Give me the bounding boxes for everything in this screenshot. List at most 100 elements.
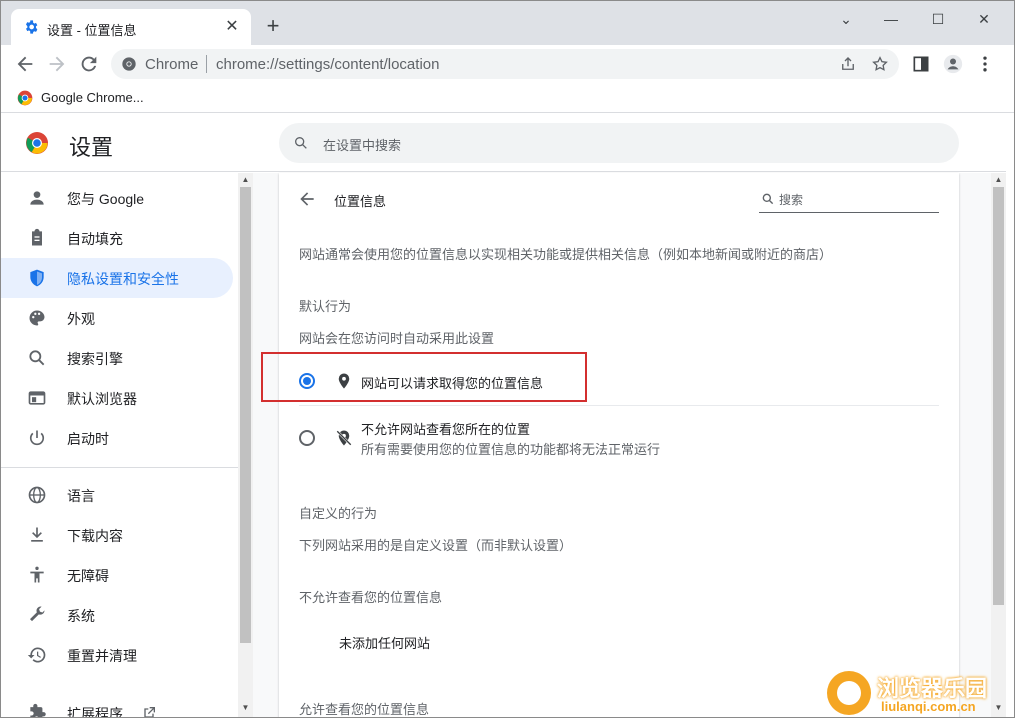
toolbar: Chrome chrome://settings/content/locatio… xyxy=(1,45,1014,83)
back-arrow-icon[interactable] xyxy=(297,189,317,209)
address-bar[interactable]: Chrome chrome://settings/content/locatio… xyxy=(111,49,899,79)
tab-search-chevron-icon[interactable]: ⌄ xyxy=(831,7,861,31)
sidebar-item-label: 启动时 xyxy=(67,431,109,447)
reload-icon[interactable] xyxy=(78,53,100,75)
minimize-button[interactable]: — xyxy=(876,7,906,31)
scroll-up-arrow-icon[interactable]: ▲ xyxy=(994,175,1003,184)
omnibox-separator xyxy=(206,55,207,73)
person-icon xyxy=(30,191,44,205)
sidebar-item-label: 自动填充 xyxy=(67,231,123,247)
sidebar-item-label: 系统 xyxy=(67,608,95,624)
blocked-sites-empty: 未添加任何网站 xyxy=(339,636,431,651)
subpage-search-input[interactable]: 搜索 xyxy=(759,187,939,213)
custom-behavior-subtitle: 下列网站采用的是自定义设置（而非默认设置） xyxy=(299,538,573,553)
scroll-down-arrow-icon[interactable]: ▼ xyxy=(241,703,250,712)
tab-close-icon[interactable]: ✕ xyxy=(223,18,241,36)
bookmarks-bar: Google Chrome... xyxy=(1,83,1014,113)
blocked-sites-title: 不允许查看您的位置信息 xyxy=(299,590,443,605)
sidebar-item-you-and-google[interactable]: 您与 Google xyxy=(1,178,233,218)
open-in-new-icon xyxy=(144,707,155,717)
sidebar-item-on-startup[interactable]: 启动时 xyxy=(1,418,233,458)
search-icon xyxy=(295,137,307,149)
history-icon xyxy=(27,647,46,663)
tab-settings-location[interactable]: 设置 - 位置信息 ✕ xyxy=(11,9,251,45)
maximize-button[interactable]: ☐ xyxy=(923,7,953,31)
sidebar-item-privacy-security[interactable]: 隐私设置和安全性 xyxy=(1,258,233,298)
location-settings-card: 位置信息 搜索 网站通常会使用您的位置信息以实现相关功能或提供相关信息（例如本地… xyxy=(279,173,959,717)
default-behavior-title: 默认行为 xyxy=(299,299,352,314)
scroll-up-arrow-icon[interactable]: ▲ xyxy=(241,175,250,184)
back-arrow-icon[interactable] xyxy=(14,53,36,75)
allowed-sites-title: 允许查看您的位置信息 xyxy=(299,702,430,717)
sidebar-item-downloads[interactable]: 下载内容 xyxy=(1,515,233,555)
option-label: 不允许网站查看您所在的位置 xyxy=(361,422,531,437)
chrome-logo-icon xyxy=(26,132,48,154)
chrome-window: 设置 - 位置信息 ✕ + ⌄ — ☐ ✕ Chrome chrome://se… xyxy=(0,0,1015,718)
bookmark-label: Google Chrome... xyxy=(41,90,144,105)
sidebar-item-label: 搜索引擎 xyxy=(67,351,123,367)
settings-header: 设置 在设置中搜索 xyxy=(1,114,1006,172)
watermark: 浏览器乐园 liulanqi.com.cn xyxy=(827,669,1013,717)
shield-icon xyxy=(30,269,44,287)
subpage-search-placeholder: 搜索 xyxy=(779,193,804,207)
forward-arrow-icon[interactable] xyxy=(46,53,68,75)
sidebar-item-appearance[interactable]: 外观 xyxy=(1,298,233,338)
watermark-logo-icon xyxy=(827,671,871,715)
sidebar-item-languages[interactable]: 语言 xyxy=(1,475,233,515)
watermark-url: liulanqi.com.cn xyxy=(881,699,976,714)
main-scrollbar[interactable]: ▲ ▼ xyxy=(991,173,1006,717)
sidebar-item-label: 您与 Google xyxy=(67,191,145,207)
main-scrollbar-thumb[interactable] xyxy=(993,187,1004,605)
accessibility-icon xyxy=(30,566,44,583)
gear-icon xyxy=(25,20,38,34)
settings-search-placeholder: 在设置中搜索 xyxy=(323,138,402,153)
browser-icon xyxy=(28,391,46,405)
site-name: Chrome xyxy=(145,56,199,73)
sidebar-item-autofill[interactable]: 自动填充 xyxy=(1,218,233,258)
share-icon[interactable] xyxy=(839,55,857,73)
option-divider xyxy=(299,405,939,406)
globe-icon xyxy=(28,486,46,504)
search-icon xyxy=(29,350,45,366)
sidebar-item-label: 无障碍 xyxy=(67,568,109,584)
sidebar-divider xyxy=(1,467,238,468)
radio-block-location[interactable] xyxy=(299,430,315,446)
clipboard-icon xyxy=(32,228,42,246)
power-icon xyxy=(29,430,45,446)
new-tab-button[interactable]: + xyxy=(263,15,283,37)
annotation-highlight-box xyxy=(261,352,587,402)
option-block-location[interactable]: 不允许网站查看您所在的位置 所有需要使用您的位置信息的功能都将无法正常运行 xyxy=(299,413,939,461)
chrome-logo-icon xyxy=(17,90,33,106)
side-panel-icon[interactable] xyxy=(911,54,931,74)
star-icon[interactable] xyxy=(871,55,889,73)
wrench-icon xyxy=(30,606,45,622)
url-text[interactable]: chrome://settings/content/location xyxy=(216,56,439,73)
sidebar-item-system[interactable]: 系统 xyxy=(1,595,233,635)
sidebar-item-label: 语言 xyxy=(67,488,95,504)
settings-search-input[interactable]: 在设置中搜索 xyxy=(279,123,959,163)
sidebar-scrollbar[interactable]: ▲ ▼ xyxy=(238,173,253,717)
page-title: 位置信息 xyxy=(334,194,387,209)
more-menu-icon[interactable] xyxy=(975,54,995,74)
settings-sidebar: 您与 Google 自动填充 隐私设置和安全性 外观 搜索引擎 默认浏览器 启动… xyxy=(1,173,238,718)
sidebar-item-label: 扩展程序 xyxy=(67,706,123,718)
page-description: 网站通常会使用您的位置信息以实现相关功能或提供相关信息（例如本地新闻或附近的商店… xyxy=(299,247,833,262)
custom-behavior-title: 自定义的行为 xyxy=(299,506,378,521)
sidebar-item-default-browser[interactable]: 默认浏览器 xyxy=(1,378,233,418)
sidebar-item-extensions[interactable]: 扩展程序 xyxy=(1,693,233,718)
puzzle-icon xyxy=(30,703,46,717)
sidebar-item-label: 下载内容 xyxy=(67,528,123,544)
sidebar-item-label: 重置并清理 xyxy=(67,648,137,664)
chrome-site-icon xyxy=(122,57,136,71)
sidebar-item-accessibility[interactable]: 无障碍 xyxy=(1,555,233,595)
sidebar-item-search-engine[interactable]: 搜索引擎 xyxy=(1,338,233,378)
palette-icon xyxy=(29,310,45,326)
download-icon xyxy=(31,527,43,542)
sidebar-item-label: 隐私设置和安全性 xyxy=(67,271,179,287)
location-off-icon xyxy=(336,430,352,446)
close-window-button[interactable]: ✕ xyxy=(969,7,999,31)
sidebar-item-reset[interactable]: 重置并清理 xyxy=(1,635,233,675)
sidebar-scrollbar-thumb[interactable] xyxy=(240,187,251,643)
option-sublabel: 所有需要使用您的位置信息的功能都将无法正常运行 xyxy=(361,442,661,457)
profile-avatar-icon[interactable] xyxy=(943,54,963,74)
